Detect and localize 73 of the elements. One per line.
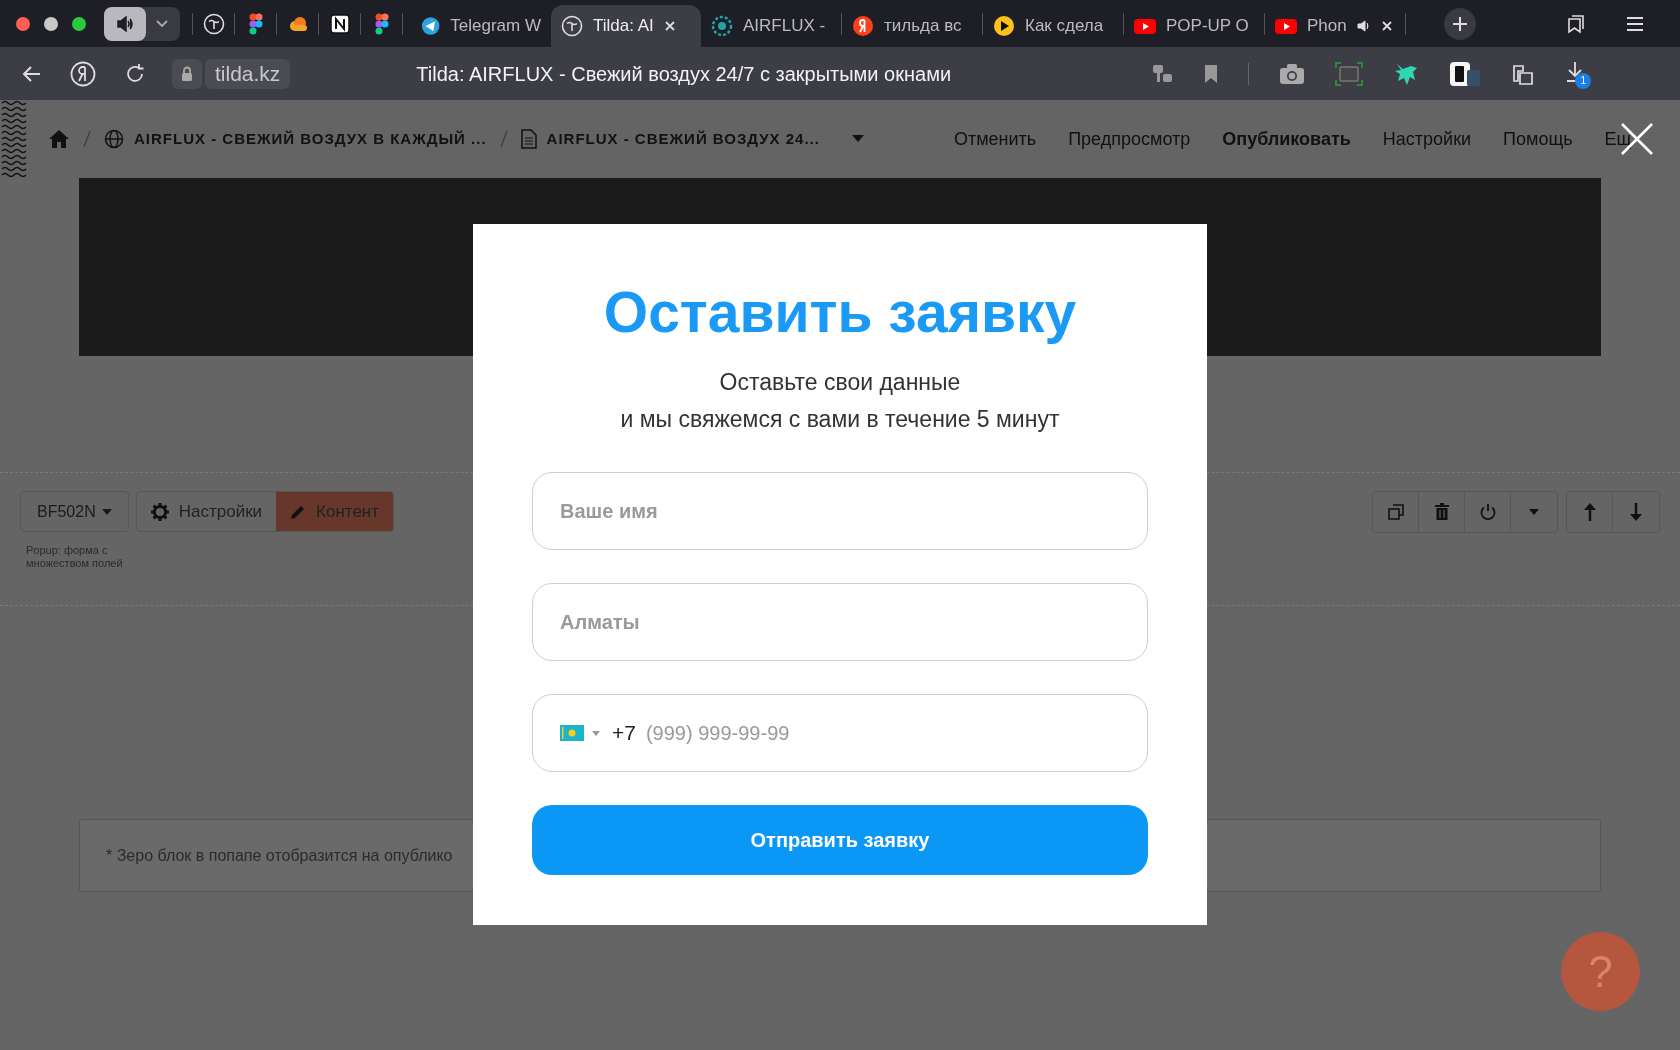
chevron-down-icon [155, 18, 169, 29]
breadcrumb-link[interactable]: AIRFLUX - СВЕЖИЙ ВОЗДУХ В КАЖДЫЙ ... [104, 127, 487, 151]
new-tab-button[interactable] [1444, 7, 1476, 40]
popup-subtitle: и мы свяжемся с вами в течение 5 минут [620, 405, 1060, 434]
arrow-down-icon [1630, 503, 1642, 521]
power-icon [1479, 503, 1496, 521]
bookmark-icon[interactable] [1204, 63, 1219, 84]
popup-subtitle: Оставьте свои данные [719, 368, 961, 397]
kazakhstan-flag-dropdown-icon [560, 724, 602, 742]
submit-button[interactable]: Отправить заявку [532, 805, 1148, 875]
home-icon[interactable] [48, 129, 70, 149]
duplicate-icon [1387, 504, 1404, 520]
speaker-icon [116, 15, 134, 32]
minimize-window-button[interactable] [44, 16, 58, 31]
help-button[interactable]: ? [1561, 932, 1640, 1011]
address-field[interactable]: tilda.kz [205, 58, 291, 89]
caret-icon [101, 508, 112, 515]
breadcrumb-link[interactable]: AIRFLUX - СВЕЖИЙ ВОЗДУХ 24... [520, 127, 820, 151]
downloads-count-badge: 1 [1575, 72, 1592, 89]
close-icon [663, 20, 676, 32]
back-icon[interactable] [22, 64, 42, 83]
lock-icon [172, 58, 202, 89]
close-icon [1380, 20, 1393, 32]
phone-prefix: +7 [612, 720, 636, 747]
tilda-logo-icon [561, 15, 583, 37]
browser-tab[interactable]: AIRFLUX - [701, 5, 841, 47]
tab-group-pill[interactable] [104, 6, 180, 41]
menu-link[interactable]: Настройки [1382, 125, 1472, 153]
breadcrumb-separator-icon [82, 129, 92, 149]
tabs-collection-icon[interactable] [1566, 13, 1586, 34]
browser-tab[interactable]: тильда вс [842, 5, 982, 47]
screenshot-icon[interactable] [1335, 61, 1364, 86]
settings-button[interactable]: Настройки [136, 492, 277, 531]
globe-icon [104, 129, 124, 149]
input-field[interactable]: Ваше имя [532, 472, 1148, 550]
notion-logo-icon [328, 12, 351, 35]
phone-field[interactable]: +7 (999) 999-99-99 [532, 694, 1148, 772]
menu-link[interactable]: Опубликовать [1222, 125, 1351, 153]
menu-link[interactable]: Помощь [1503, 125, 1573, 153]
extension-icon[interactable] [1449, 60, 1482, 87]
browser-tab[interactable]: Telegram W [411, 5, 551, 47]
browser-tab[interactable]: Phon [1265, 5, 1405, 47]
play-icon [993, 15, 1015, 37]
browser-tab[interactable]: POP-UP O [1124, 5, 1264, 47]
menu-link[interactable]: Отменить [953, 125, 1037, 153]
notice-text: * Зеро блок в попапе отобразится на опублико [106, 845, 453, 866]
document-icon [520, 129, 537, 149]
maximize-window-button[interactable] [72, 16, 86, 31]
input-field[interactable]: Алматы [532, 583, 1148, 661]
browser-tab[interactable]: Tilda: AI [551, 5, 701, 47]
pencil-icon [290, 503, 307, 520]
popup-title: Оставить заявку [603, 280, 1077, 344]
block-id-dropdown[interactable]: BF502N [20, 491, 129, 532]
content-button[interactable]: Контент [276, 492, 394, 531]
translate-icon[interactable] [1152, 63, 1175, 84]
breadcrumb-separator-icon [498, 129, 509, 149]
yandex-logo-icon[interactable] [70, 60, 96, 87]
paper-plane-icon [421, 15, 441, 37]
yandex-logo-icon [852, 15, 874, 37]
dropdown-caret-icon[interactable] [851, 135, 864, 143]
phone-number-input[interactable]: (999) 999-99-99 [645, 718, 1120, 748]
arrow-up-icon [1583, 503, 1596, 521]
camera-icon[interactable] [1279, 62, 1306, 85]
page-title: Tilda: AIRFLUX - Свежий воздух 24/7 с закрытыми окнами [416, 61, 953, 87]
menu-link[interactable]: Предпросмотр [1068, 125, 1191, 153]
plus-icon [1452, 15, 1468, 32]
trash-icon [1433, 503, 1450, 521]
browser-tab[interactable]: Как сдела [983, 5, 1123, 47]
close-window-button[interactable] [16, 16, 30, 31]
reload-icon[interactable] [124, 62, 146, 85]
caret-icon [1529, 509, 1539, 515]
menu-icon[interactable] [1626, 15, 1644, 32]
tilda-logo-icon [202, 12, 225, 35]
